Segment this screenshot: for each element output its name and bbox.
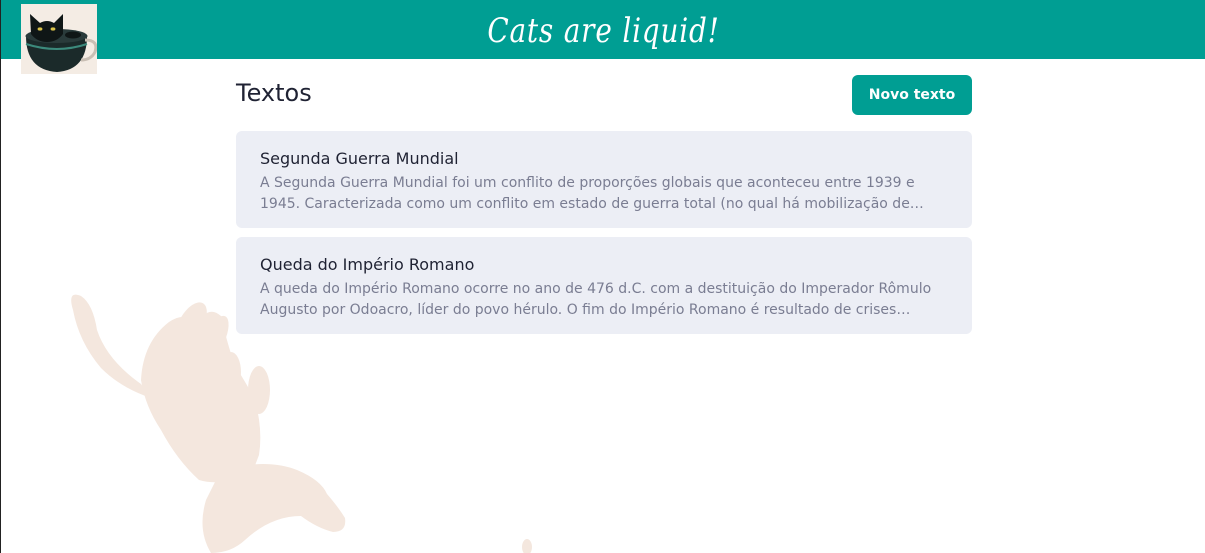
top-header: Cats are liquid! bbox=[1, 0, 1205, 59]
cat-in-cup-icon[interactable] bbox=[21, 4, 97, 74]
text-card-excerpt: A Segunda Guerra Mundial foi um conflito… bbox=[260, 175, 924, 212]
text-card-title: Queda do Império Romano bbox=[260, 255, 475, 274]
text-card-excerpt: A queda do Império Romano ocorre no ano … bbox=[260, 281, 932, 318]
content-toolbar: Textos Novo texto bbox=[236, 75, 972, 115]
text-card[interactable]: Segunda Guerra Mundial A Segunda Guerra … bbox=[236, 131, 972, 228]
page-title: Textos bbox=[236, 79, 312, 107]
site-title: Cats are liquid! bbox=[487, 11, 720, 51]
main-content: Textos Novo texto Segunda Guerra Mundial… bbox=[236, 75, 972, 334]
text-card[interactable]: Queda do Império Romano A queda do Impér… bbox=[236, 237, 972, 334]
new-text-button[interactable]: Novo texto bbox=[852, 75, 972, 115]
text-card-title: Segunda Guerra Mundial bbox=[260, 149, 459, 168]
app-page: Cats are liquid! Textos Novo texto Segun… bbox=[0, 0, 1205, 553]
texts-list: Segunda Guerra Mundial A Segunda Guerra … bbox=[236, 131, 972, 343]
